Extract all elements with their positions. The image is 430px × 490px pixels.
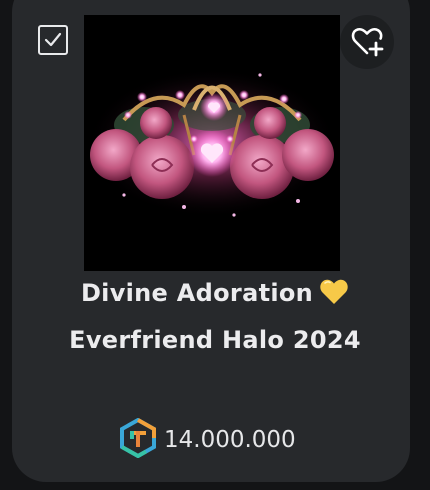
item-price: 14.000.000 (118, 417, 296, 462)
robux-icon (118, 417, 158, 462)
halo-item-image (84, 15, 340, 271)
price-value: 14.000.000 (164, 427, 296, 453)
heart-plus-icon (351, 28, 384, 57)
item-name-line1[interactable]: Divine Adoration (0, 278, 430, 311)
yellow-heart-icon (319, 278, 349, 311)
item-name-line2[interactable]: Everfriend Halo 2024 (0, 326, 430, 354)
add-favorite-button[interactable] (340, 15, 394, 69)
select-checkbox[interactable] (38, 25, 68, 55)
item-thumbnail[interactable] (84, 15, 340, 271)
check-icon (44, 32, 62, 47)
item-name-text: Divine Adoration (80, 279, 314, 307)
